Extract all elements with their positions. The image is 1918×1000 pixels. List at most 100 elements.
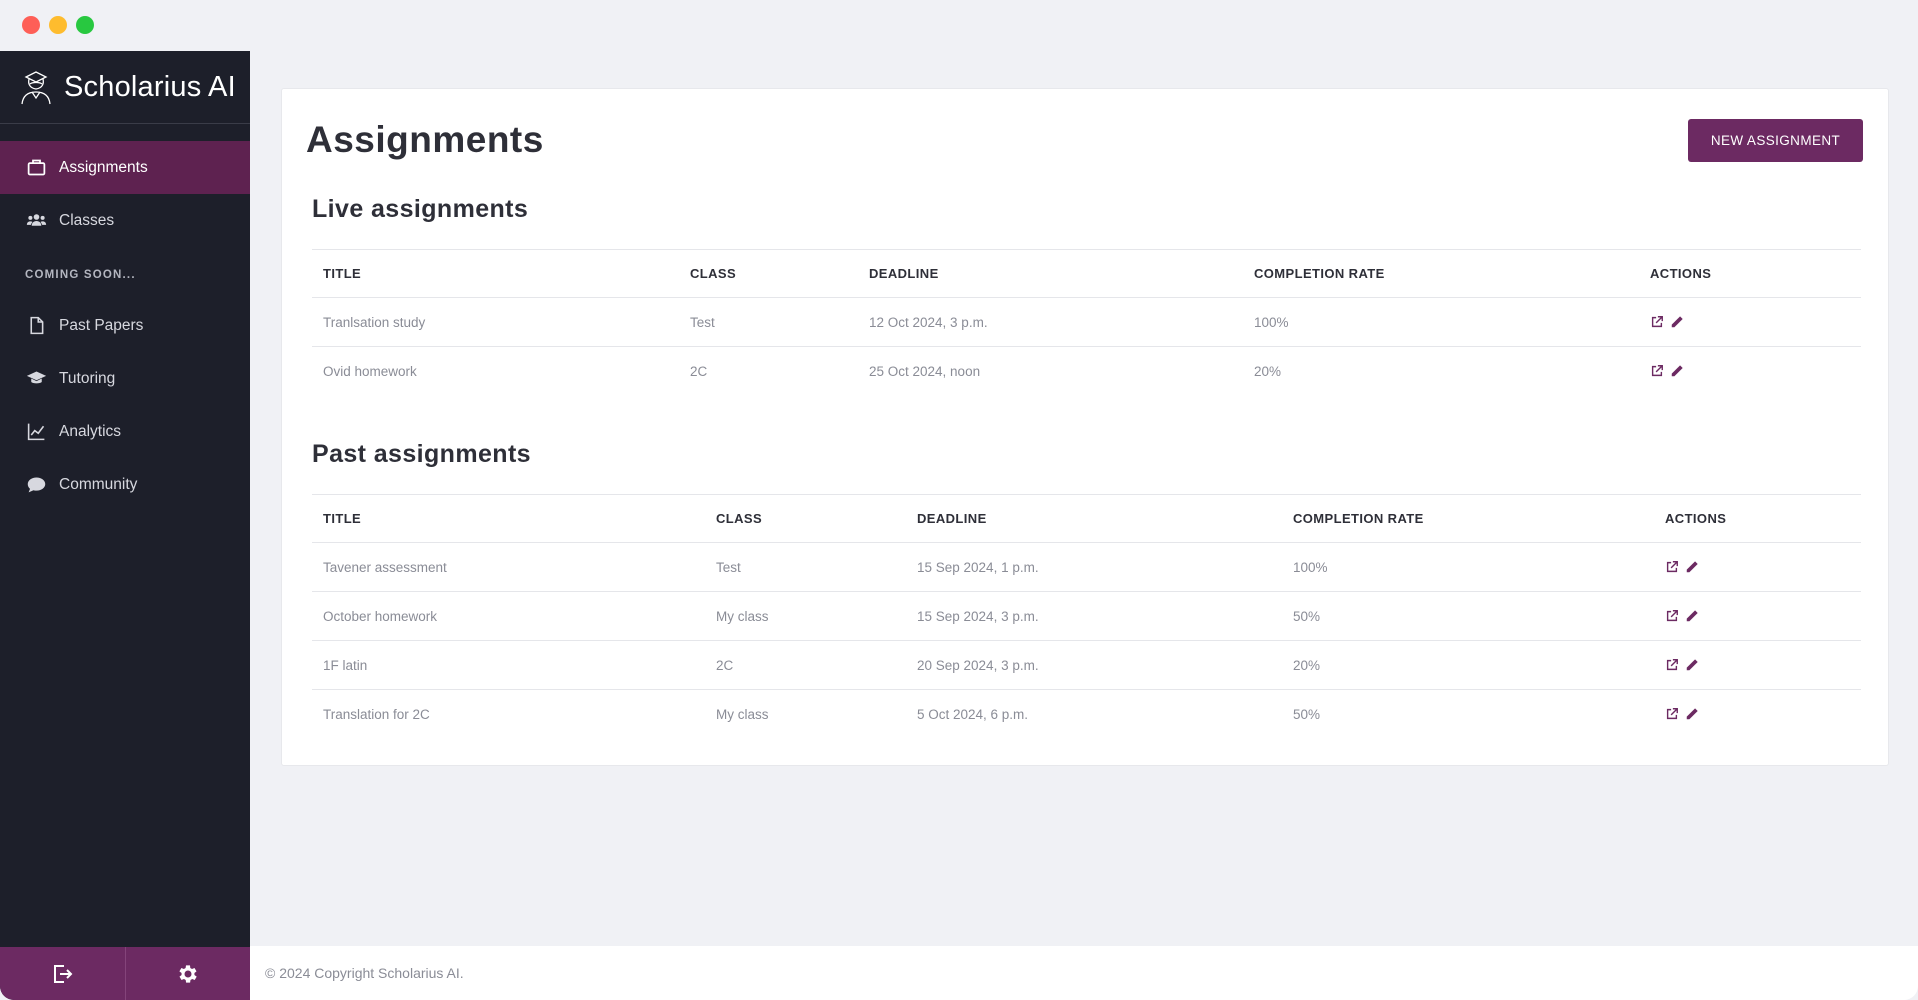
cell-title: Translation for 2C bbox=[323, 706, 430, 722]
open-external-icon[interactable] bbox=[1650, 315, 1664, 329]
sidebar-item-label: Community bbox=[59, 475, 138, 493]
file-icon bbox=[25, 315, 47, 337]
users-icon bbox=[25, 210, 47, 232]
table-row: October homework My class 15 Sep 2024, 3… bbox=[312, 591, 1861, 641]
header-actions: ACTIONS bbox=[1639, 249, 1861, 298]
new-assignment-button[interactable]: NEW ASSIGNMENT bbox=[1688, 119, 1863, 162]
cell-completion-rate: 20% bbox=[1282, 640, 1654, 690]
header-title: TITLE bbox=[312, 249, 679, 298]
cell-class: 2C bbox=[690, 363, 708, 379]
scholar-logo-icon bbox=[21, 71, 51, 105]
header-title: TITLE bbox=[312, 494, 705, 543]
coming-soon-label: COMING SOON... bbox=[25, 269, 136, 281]
edit-pencil-icon[interactable] bbox=[1670, 315, 1684, 329]
cell-deadline: 15 Sep 2024, 3 p.m. bbox=[906, 591, 1282, 641]
sidebar-item-analytics[interactable]: Analytics bbox=[0, 405, 250, 458]
minimize-window-button[interactable] bbox=[49, 16, 67, 34]
sidebar-item-community[interactable]: Community bbox=[0, 458, 250, 511]
sidebar-nav: Assignments Classes COMING SOON... Past … bbox=[0, 124, 250, 511]
app-window: Scholarius AI Assignments Classes COMING… bbox=[0, 0, 1918, 1000]
edit-pencil-icon[interactable] bbox=[1685, 609, 1699, 623]
chat-bubble-icon bbox=[25, 474, 47, 496]
settings-button[interactable] bbox=[124, 947, 251, 1000]
cell-deadline: 12 Oct 2024, 3 p.m. bbox=[858, 297, 1243, 347]
cell-class: 2C bbox=[705, 640, 906, 690]
table-row: Tavener assessment Test 15 Sep 2024, 1 p… bbox=[312, 542, 1861, 592]
sidebar-item-classes[interactable]: Classes bbox=[0, 194, 250, 247]
table-row: Translation for 2C My class 5 Oct 2024, … bbox=[312, 690, 1861, 739]
header-class: CLASS bbox=[705, 494, 906, 543]
header-deadline: DEADLINE bbox=[906, 494, 1282, 543]
open-external-icon[interactable] bbox=[1665, 560, 1679, 574]
cell-actions bbox=[1639, 347, 1861, 396]
sidebar-item-label: Analytics bbox=[59, 422, 122, 440]
graduation-cap-icon bbox=[25, 368, 47, 390]
live-assignments-title: Live assignments bbox=[312, 195, 529, 223]
page-title: Assignments bbox=[306, 119, 544, 160]
header-completion-rate: COMPLETION RATE bbox=[1282, 494, 1654, 543]
cell-actions bbox=[1654, 640, 1861, 690]
line-chart-icon bbox=[25, 421, 47, 443]
header-class: CLASS bbox=[679, 249, 858, 298]
cell-actions bbox=[1639, 297, 1861, 347]
sidebar-item-tutoring[interactable]: Tutoring bbox=[0, 352, 250, 405]
cell-title: 1F latin bbox=[312, 640, 705, 690]
edit-pencil-icon[interactable] bbox=[1685, 658, 1699, 672]
open-external-icon[interactable] bbox=[1665, 658, 1679, 672]
sidebar: Scholarius AI Assignments Classes COMING… bbox=[0, 51, 250, 1000]
cell-class: My class bbox=[705, 591, 906, 641]
open-external-icon[interactable] bbox=[1665, 609, 1679, 623]
sidebar-footer bbox=[0, 947, 250, 1000]
cell-class: My class bbox=[716, 706, 769, 722]
cell-deadline: 15 Sep 2024, 1 p.m. bbox=[906, 542, 1282, 592]
gear-icon bbox=[179, 964, 197, 983]
live-assignments-table: TITLE CLASS DEADLINE COMPLETION RATE ACT… bbox=[312, 249, 1861, 396]
header-deadline: DEADLINE bbox=[858, 249, 1243, 298]
cell-completion-rate: 20% bbox=[1254, 363, 1282, 379]
sidebar-item-assignments[interactable]: Assignments bbox=[0, 141, 250, 194]
cell-deadline: 20 Sep 2024, 3 p.m. bbox=[906, 640, 1282, 690]
past-assignments-table: TITLE CLASS DEADLINE COMPLETION RATE ACT… bbox=[312, 494, 1861, 739]
header-completion-rate: COMPLETION RATE bbox=[1243, 249, 1639, 298]
cell-deadline: 25 Oct 2024, noon bbox=[869, 363, 981, 379]
cell-class: Test bbox=[705, 542, 906, 592]
sidebar-item-label: Classes bbox=[59, 211, 115, 229]
cell-completion-rate: 100% bbox=[1243, 297, 1639, 347]
cell-completion-rate: 50% bbox=[1293, 706, 1321, 722]
sidebar-item-past-papers[interactable]: Past Papers bbox=[0, 299, 250, 352]
brand[interactable]: Scholarius AI bbox=[0, 51, 250, 124]
cell-actions bbox=[1654, 591, 1861, 641]
cell-deadline: 5 Oct 2024, 6 p.m. bbox=[917, 706, 1029, 722]
close-window-button[interactable] bbox=[22, 16, 40, 34]
cell-completion-rate: 50% bbox=[1282, 591, 1654, 641]
edit-pencil-icon[interactable] bbox=[1685, 707, 1699, 721]
cell-title: October homework bbox=[312, 591, 705, 641]
briefcase-icon bbox=[25, 157, 47, 179]
cell-title: Ovid homework bbox=[323, 363, 417, 379]
logout-button[interactable] bbox=[0, 947, 125, 1000]
cell-title: Tavener assessment bbox=[312, 542, 705, 592]
cell-title: Tranlsation study bbox=[312, 297, 679, 347]
copyright-text: © 2024 Copyright Scholarius AI. bbox=[265, 965, 464, 981]
page-footer: © 2024 Copyright Scholarius AI. bbox=[250, 946, 1918, 1000]
table-row: 1F latin 2C 20 Sep 2024, 3 p.m. 20% bbox=[312, 640, 1861, 690]
maximize-window-button[interactable] bbox=[76, 16, 94, 34]
past-assignments-title: Past assignments bbox=[312, 440, 531, 468]
cell-completion-rate: 100% bbox=[1282, 542, 1654, 592]
edit-pencil-icon[interactable] bbox=[1685, 560, 1699, 574]
open-external-icon[interactable] bbox=[1665, 707, 1679, 721]
cell-class: Test bbox=[679, 297, 858, 347]
title-bar bbox=[0, 0, 1918, 51]
sidebar-item-label: Past Papers bbox=[59, 316, 144, 334]
sidebar-item-label: Tutoring bbox=[59, 369, 116, 387]
table-row: Ovid homework 2C 25 Oct 2024, noon 20% bbox=[312, 347, 1861, 396]
table-header-row: TITLE CLASS DEADLINE COMPLETION RATE ACT… bbox=[312, 249, 1861, 298]
edit-pencil-icon[interactable] bbox=[1670, 364, 1684, 378]
header-actions: ACTIONS bbox=[1654, 494, 1861, 543]
brand-name: Scholarius AI bbox=[64, 70, 236, 103]
logout-icon bbox=[54, 964, 73, 983]
open-external-icon[interactable] bbox=[1650, 364, 1664, 378]
sidebar-item-label: Assignments bbox=[59, 158, 148, 176]
assignments-card: Assignments NEW ASSIGNMENT Live assignme… bbox=[281, 88, 1889, 766]
cell-actions bbox=[1654, 690, 1861, 739]
